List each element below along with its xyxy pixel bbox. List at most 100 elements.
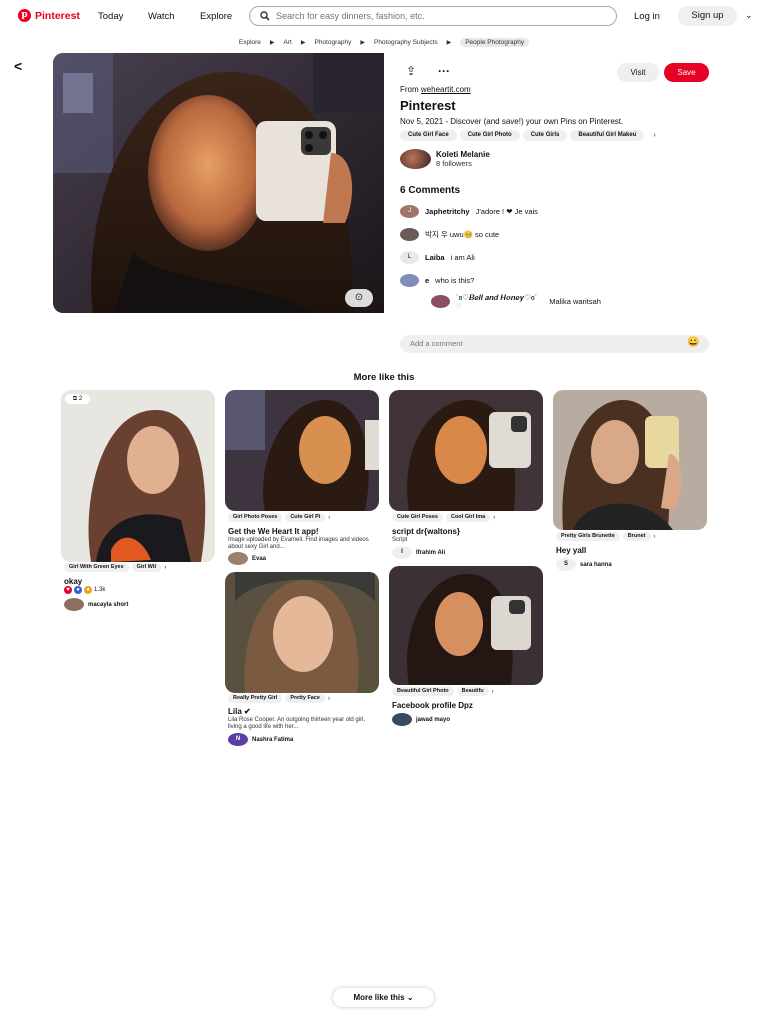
save-button[interactable]: Save bbox=[664, 63, 709, 82]
pin-user-name[interactable]: Evaa bbox=[252, 556, 266, 562]
comment-text: i am Ali bbox=[450, 253, 475, 262]
pinterest-logo[interactable]: p Pinterest bbox=[18, 9, 80, 22]
pin-user[interactable]: jawad mayo bbox=[392, 713, 450, 726]
avatar[interactable] bbox=[400, 274, 419, 287]
comment-user[interactable]: e bbox=[425, 276, 429, 285]
like-icon: ● bbox=[74, 586, 82, 594]
avatar[interactable] bbox=[431, 295, 450, 308]
nav-watch[interactable]: Watch bbox=[148, 11, 175, 22]
tag-chip[interactable]: Pretty Girls Brunette bbox=[556, 532, 620, 541]
tag-chip[interactable]: Girl Wit bbox=[131, 563, 162, 572]
avatar bbox=[64, 598, 84, 611]
tag-chip[interactable]: Cool Girl Ima bbox=[445, 513, 491, 522]
pin-user[interactable]: macayla short bbox=[64, 598, 128, 611]
chevron-right-icon[interactable]: › bbox=[493, 515, 495, 521]
pin-card-title[interactable]: Lila ✔ bbox=[228, 707, 251, 716]
breadcrumb-explore[interactable]: Explore bbox=[239, 39, 261, 46]
pin-card-image[interactable] bbox=[553, 390, 707, 530]
pin-user[interactable]: S sara hanna bbox=[556, 558, 612, 571]
source-link[interactable]: weheartit.com bbox=[421, 85, 471, 94]
pin-user-name[interactable]: macayla short bbox=[88, 602, 128, 608]
tag-chip[interactable]: Girl With Green Eyes bbox=[64, 563, 129, 572]
nav-today[interactable]: Today bbox=[98, 11, 123, 22]
reply-user[interactable]: Malika waritsah bbox=[549, 297, 601, 306]
avatar[interactable]: J bbox=[400, 205, 419, 218]
tag-chip[interactable]: Beautifu bbox=[456, 687, 489, 696]
pin-card-image[interactable] bbox=[225, 572, 379, 693]
pin-tags: Cute Girl Face Cute Girl Photo Cute Girl… bbox=[400, 130, 656, 141]
avatar[interactable] bbox=[400, 228, 419, 241]
emoji-icon[interactable]: 😀 bbox=[687, 337, 699, 348]
pin-card-title[interactable]: script dr{waltons} bbox=[392, 527, 460, 536]
share-icon[interactable]: ⇪ bbox=[406, 64, 416, 78]
tag-chip[interactable]: Beautiful Girl Makeu bbox=[570, 130, 645, 141]
comment-item: J Japhetritchy J'adore ! ❤ Je vais bbox=[400, 205, 538, 218]
tag-chip[interactable]: Cute Girls bbox=[522, 130, 568, 141]
author-followers: 8 followers bbox=[436, 159, 472, 168]
comment-item: L Laiba i am Ali bbox=[400, 251, 475, 264]
pin-author[interactable]: Koleti Melanie 8 followers bbox=[400, 149, 490, 169]
tag-chip[interactable]: Cute Girl Pi bbox=[285, 513, 326, 522]
tag-chip[interactable]: Pretty Face bbox=[285, 694, 325, 703]
search-input[interactable] bbox=[276, 11, 596, 21]
comments-title: 6 Comments bbox=[400, 185, 461, 196]
chevron-right-icon: ▶ bbox=[269, 40, 275, 46]
heart-icon: ♥ bbox=[64, 586, 72, 594]
pin-card-title[interactable]: Facebook profile Dpz bbox=[392, 701, 473, 710]
reaction-count: 1.3k bbox=[94, 587, 106, 593]
breadcrumb-photography[interactable]: Photography bbox=[314, 39, 351, 46]
tag-chip[interactable]: Cute Girl Poses bbox=[392, 513, 443, 522]
pin-card-title[interactable]: Get the We Heart It app! bbox=[228, 527, 319, 536]
avatar[interactable]: L bbox=[400, 251, 419, 264]
chevron-down-icon[interactable]: ⌄ bbox=[745, 10, 753, 21]
pin-user-name[interactable]: Ifrahim Ali bbox=[416, 550, 445, 556]
visual-search-icon[interactable]: ⊙ bbox=[345, 289, 373, 307]
tag-chip[interactable]: Beautiful Girl Photo bbox=[392, 687, 454, 696]
tag-chip[interactable]: Girl Photo Poses bbox=[228, 513, 283, 522]
breadcrumb-people-photography[interactable]: People Photography bbox=[460, 38, 530, 47]
login-button[interactable]: Log in bbox=[634, 11, 660, 22]
pin-user-name[interactable]: sara hanna bbox=[580, 562, 612, 568]
chevron-right-icon[interactable]: › bbox=[492, 689, 494, 695]
signup-button[interactable]: Sign up bbox=[678, 6, 737, 26]
more-like-this-button[interactable]: More like this ⌄ bbox=[333, 988, 434, 1007]
chevron-right-icon[interactable]: › bbox=[328, 696, 330, 702]
pin-source: From weheartit.com bbox=[400, 85, 471, 94]
chevron-right-icon[interactable]: › bbox=[328, 515, 330, 521]
badge-count: 2 bbox=[78, 396, 83, 402]
chevron-right-icon[interactable]: › bbox=[654, 534, 656, 540]
tag-chip[interactable]: Cute Girl Photo bbox=[459, 130, 520, 141]
pin-card-image[interactable] bbox=[389, 566, 543, 685]
pin-user-name[interactable]: Nashra Fatima bbox=[252, 737, 293, 743]
comment-user[interactable]: Laiba bbox=[425, 253, 445, 262]
pin-card-title[interactable]: okay bbox=[64, 577, 82, 586]
pin-user-name[interactable]: jawad mayo bbox=[416, 717, 450, 723]
author-name[interactable]: Koleti Melanie bbox=[436, 150, 490, 159]
chevron-right-icon[interactable]: › bbox=[653, 132, 655, 139]
avatar: I bbox=[392, 546, 412, 559]
heart-icon[interactable]: ♡ bbox=[456, 303, 537, 310]
breadcrumb-photography-subjects[interactable]: Photography Subjects bbox=[374, 39, 438, 46]
visit-button[interactable]: Visit bbox=[617, 63, 659, 82]
tag-chip[interactable]: Really Pretty Girl bbox=[228, 694, 283, 703]
breadcrumb-art[interactable]: Art bbox=[284, 39, 292, 46]
comment-user[interactable]: Japhetritchy bbox=[425, 207, 470, 216]
chevron-right-icon[interactable]: › bbox=[164, 565, 166, 571]
pin-user[interactable]: I Ifrahim Ali bbox=[392, 546, 445, 559]
pin-card-title[interactable]: Hey yall bbox=[556, 546, 586, 555]
search-bar[interactable] bbox=[249, 6, 617, 26]
back-arrow-icon[interactable]: < bbox=[14, 58, 22, 74]
tag-chip[interactable]: Brunet bbox=[622, 532, 651, 541]
add-comment-input[interactable]: Add a comment bbox=[400, 335, 709, 353]
pin-card-image[interactable] bbox=[61, 390, 215, 562]
tag-chip[interactable]: Cute Girl Face bbox=[400, 130, 457, 141]
avatar bbox=[400, 149, 431, 169]
pin-card-image[interactable] bbox=[389, 390, 543, 511]
pin-card-description: Script bbox=[392, 537, 408, 543]
pin-user[interactable]: Evaa bbox=[228, 552, 266, 565]
nav-explore[interactable]: Explore bbox=[200, 11, 232, 22]
pin-user[interactable]: N Nashra Fatima bbox=[228, 733, 293, 746]
pin-card-image[interactable] bbox=[225, 390, 379, 511]
pin-image[interactable] bbox=[53, 53, 384, 313]
more-options-icon[interactable]: ··· bbox=[438, 64, 450, 78]
